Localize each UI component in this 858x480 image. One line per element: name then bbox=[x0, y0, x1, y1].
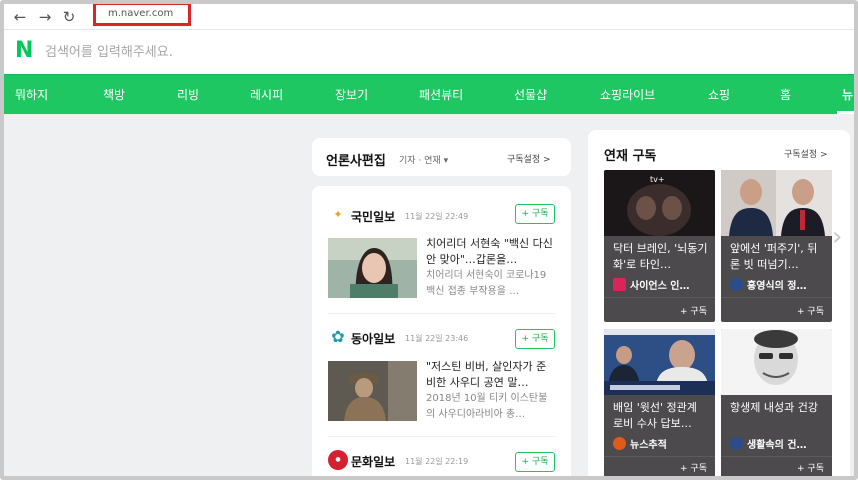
divider bbox=[328, 313, 555, 314]
press-filter[interactable]: 기자 · 연재 ▾ bbox=[399, 153, 448, 166]
singer-photo-icon bbox=[328, 361, 417, 421]
tab-3[interactable]: 레시피 bbox=[250, 75, 283, 115]
article-desc: 2018년 10월 티키 이스탄불의 사우디아라비아 총… bbox=[426, 393, 548, 420]
divider bbox=[328, 436, 555, 437]
tile-divider bbox=[721, 456, 832, 457]
series-thumbnail bbox=[721, 329, 832, 395]
tile-subscribe-button[interactable]: + 구독 bbox=[797, 461, 824, 474]
source-icon bbox=[613, 437, 626, 450]
series-source-label: 뉴스추적 bbox=[630, 440, 667, 451]
source-icon bbox=[730, 278, 743, 291]
series-section-title: 연재 구독 bbox=[604, 149, 657, 164]
source-icon bbox=[613, 278, 626, 291]
tab-10[interactable]: 뉴 bbox=[842, 75, 853, 115]
series-title: 배임 '윗선' 정관계 로비 수사 답보… bbox=[613, 401, 697, 430]
browser-toolbar: ← → ↻ m.naver.com bbox=[4, 4, 854, 30]
series-thumbnail bbox=[721, 170, 832, 236]
tile-subscribe-button[interactable]: + 구독 bbox=[680, 461, 707, 474]
press-list-card: ✦ 국민일보 11월 22일 22:49 + 구독 치어리더 서현숙 "백신 다… bbox=[312, 186, 571, 476]
forward-icon[interactable]: → bbox=[35, 7, 55, 27]
series-tile[interactable]: 앞에선 '퍼주기', 뒤론 빗 떠넘기… 홍영식의 정… + 구독 bbox=[721, 170, 832, 322]
series-setting-link[interactable]: 구독설정 > bbox=[784, 147, 828, 160]
article-title[interactable]: "저스틴 비버, 살인자가 준비한 사우디 공연 말… bbox=[426, 359, 556, 391]
series-tile[interactable]: 배임 '윗선' 정관계 로비 수사 답보… 뉴스추적 + 구독 bbox=[604, 329, 715, 476]
series-source-label: 사이언스 인… bbox=[630, 281, 690, 292]
press-name[interactable]: 문화일보 bbox=[351, 453, 395, 470]
press-name[interactable]: 동아일보 bbox=[351, 330, 395, 347]
cheerleader-photo-icon bbox=[328, 238, 417, 298]
article-thumbnail[interactable] bbox=[328, 238, 417, 298]
tv-show-image-icon: tv+ bbox=[604, 170, 715, 236]
tab-4[interactable]: 장보기 bbox=[335, 75, 368, 115]
naver-logo[interactable]: N bbox=[15, 39, 33, 63]
tab-8[interactable]: 쇼핑 bbox=[708, 75, 730, 115]
press-time: 11월 22일 23:46 bbox=[405, 334, 469, 343]
subscribe-button[interactable]: + 구독 bbox=[515, 329, 555, 349]
series-title: 항생제 내성과 건강 bbox=[730, 401, 818, 414]
series-source-label: 홍영식의 정… bbox=[747, 281, 807, 292]
tab-0[interactable]: 뭐하지 bbox=[15, 75, 48, 115]
series-thumbnail bbox=[604, 329, 715, 395]
tile-badge: tv+ bbox=[650, 175, 665, 184]
press-name[interactable]: 국민일보 bbox=[351, 208, 395, 225]
series-source: 홍영식의 정… bbox=[730, 277, 806, 292]
press-logo-icon: ✦ bbox=[328, 205, 348, 225]
tile-divider bbox=[604, 456, 715, 457]
address-bar[interactable]: m.naver.com bbox=[93, 4, 191, 26]
series-source: 사이언스 인… bbox=[613, 277, 689, 292]
reload-icon[interactable]: ↻ bbox=[59, 7, 79, 27]
search-input[interactable] bbox=[45, 41, 605, 63]
series-card: 연재 구독 구독설정 > tv+ 닥터 브레인, '뇌동기화'로 타인… 사이언… bbox=[588, 130, 850, 476]
article-thumbnail[interactable] bbox=[328, 361, 417, 421]
screenshot-frame: ← → ↻ m.naver.com N 뭐하지 책방 리빙 레시피 장보기 패션… bbox=[0, 0, 858, 480]
columnist-portrait-icon bbox=[721, 329, 832, 395]
tile-subscribe-button[interactable]: + 구독 bbox=[680, 304, 707, 317]
series-source: 뉴스추적 bbox=[613, 436, 667, 451]
tab-5[interactable]: 패션뷰티 bbox=[419, 75, 463, 115]
series-tile[interactable]: tv+ 닥터 브레인, '뇌동기화'로 타인… 사이언스 인… + 구독 bbox=[604, 170, 715, 322]
tab-2[interactable]: 리빙 bbox=[177, 75, 199, 115]
series-source: 생활속의 건… bbox=[730, 436, 806, 451]
tile-divider bbox=[604, 297, 715, 298]
search-bar: N bbox=[4, 30, 854, 74]
subscribe-button[interactable]: + 구독 bbox=[515, 204, 555, 224]
article-title[interactable]: 치어리더 서현숙 "백신 다신 안 맞아"…갑론을… bbox=[426, 236, 556, 268]
subscribe-button[interactable]: + 구독 bbox=[515, 452, 555, 472]
series-thumbnail: tv+ bbox=[604, 170, 715, 236]
tab-6[interactable]: 선물샵 bbox=[514, 75, 547, 115]
tile-subscribe-button[interactable]: + 구독 bbox=[797, 304, 824, 317]
tab-1[interactable]: 책방 bbox=[103, 75, 125, 115]
news-broadcast-image-icon bbox=[604, 329, 715, 395]
series-title: 닥터 브레인, '뇌동기화'로 타인… bbox=[613, 242, 708, 271]
press-setting-link[interactable]: 구독설정 > bbox=[507, 152, 551, 165]
source-icon bbox=[730, 437, 743, 450]
back-icon[interactable]: ← bbox=[10, 7, 30, 27]
category-nav: 뭐하지 책방 리빙 레시피 장보기 패션뷰티 선물샵 쇼핑라이브 쇼핑 홈 뉴 bbox=[4, 74, 854, 114]
next-arrow-icon[interactable]: › bbox=[832, 222, 842, 252]
series-title: 앞에선 '퍼주기', 뒤론 빗 떠넘기… bbox=[730, 242, 818, 271]
article-desc: 치어리더 서현숙이 코로나19 백신 접종 부작용을 … bbox=[426, 270, 547, 297]
tab-7[interactable]: 쇼핑라이브 bbox=[600, 75, 655, 115]
series-tile[interactable]: 항생제 내성과 건강 생활속의 건… + 구독 bbox=[721, 329, 832, 476]
press-time: 11월 22일 22:19 bbox=[405, 457, 469, 466]
tile-divider bbox=[721, 297, 832, 298]
active-tab-indicator bbox=[837, 111, 854, 114]
press-logo-icon: ✿ bbox=[328, 327, 348, 347]
press-section-title: 언론사편집 bbox=[326, 154, 386, 169]
press-logo-icon: ● bbox=[328, 450, 348, 470]
politicians-image-icon bbox=[721, 170, 832, 236]
press-header-card: 언론사편집 기자 · 연재 ▾ 구독설정 > bbox=[312, 138, 571, 176]
series-source-label: 생활속의 건… bbox=[747, 440, 807, 451]
tab-9[interactable]: 홈 bbox=[780, 75, 791, 115]
press-time: 11월 22일 22:49 bbox=[405, 212, 469, 221]
